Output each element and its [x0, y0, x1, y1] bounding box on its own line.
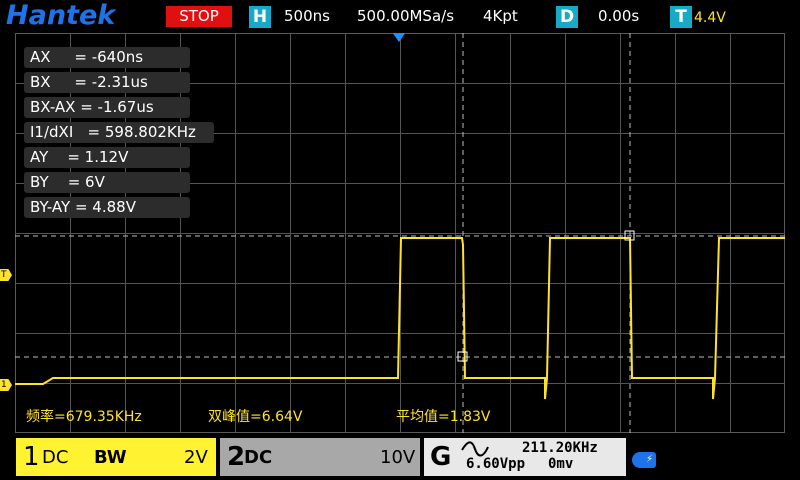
- ch2-number: 2: [227, 442, 246, 472]
- generator-label: G: [430, 442, 452, 472]
- horizontal-badge[interactable]: H: [249, 6, 271, 28]
- ch1-ground-marker[interactable]: 1: [0, 379, 12, 391]
- timebase-value: 500ns: [284, 7, 330, 25]
- sample-rate-value: 500.00MSa/s: [357, 7, 455, 25]
- ch2-coupling: DC: [244, 447, 273, 468]
- trigger-badge[interactable]: T: [670, 6, 692, 28]
- ch1-bandwidth-limit: BW: [94, 447, 127, 468]
- ch2-scale: 10V: [380, 447, 416, 468]
- usb-icon: ⚡: [632, 452, 656, 468]
- memory-depth-value: 4Kpt: [483, 7, 518, 25]
- ch2-settings-panel[interactable]: 2 DC 10V: [220, 438, 420, 476]
- waveform-trace-layer: [15, 33, 785, 433]
- ch1-coupling: DC: [42, 447, 69, 468]
- delay-value: 0.00s: [598, 7, 640, 25]
- ch1-settings-panel[interactable]: 1 DC BW 2V: [16, 438, 216, 476]
- cursor-delta-y-readout: BY-AY = 4.88V: [24, 197, 190, 218]
- peak-to-peak-measurement: 双峰值=6.64V: [208, 409, 303, 425]
- ch1-scale: 2V: [184, 447, 208, 468]
- cursor-by-readout: BY = 6V: [24, 172, 190, 193]
- top-status-bar: Hantek STOP H 500ns 500.00MSa/s 4Kpt D 0…: [0, 0, 800, 32]
- cursor-ax-readout: AX = -640ns: [24, 47, 190, 68]
- ch1-number: 1: [23, 442, 40, 472]
- cursor-bx-readout: BX = -2.31us: [24, 72, 190, 93]
- generator-amplitude: 6.60Vpp: [466, 456, 526, 472]
- trigger-level-value: 4.4V: [694, 10, 726, 26]
- waveform-display[interactable]: [15, 33, 785, 433]
- signal-generator-panel[interactable]: G 211.20KHz 6.60Vpp 0mv: [424, 438, 626, 476]
- delay-badge[interactable]: D: [556, 6, 578, 28]
- generator-frequency: 211.20KHz: [522, 440, 598, 456]
- generator-offset: 0mv: [548, 456, 574, 472]
- trigger-position-marker: [392, 33, 406, 42]
- cursor-delta-x-readout: BX-AX = -1.67us: [24, 97, 190, 118]
- run-stop-indicator[interactable]: STOP: [166, 6, 232, 27]
- trigger-level-marker[interactable]: T: [0, 269, 12, 281]
- cursor-ay-readout: AY = 1.12V: [24, 147, 190, 168]
- cursor-frequency-readout: I1/dXI = 598.802KHz: [24, 122, 214, 143]
- ch1-waveform: [15, 237, 785, 400]
- average-measurement: 平均值=1.83V: [396, 409, 491, 425]
- frequency-measurement: 频率=679.35KHz: [26, 409, 142, 425]
- brand-logo: Hantek: [6, 0, 116, 31]
